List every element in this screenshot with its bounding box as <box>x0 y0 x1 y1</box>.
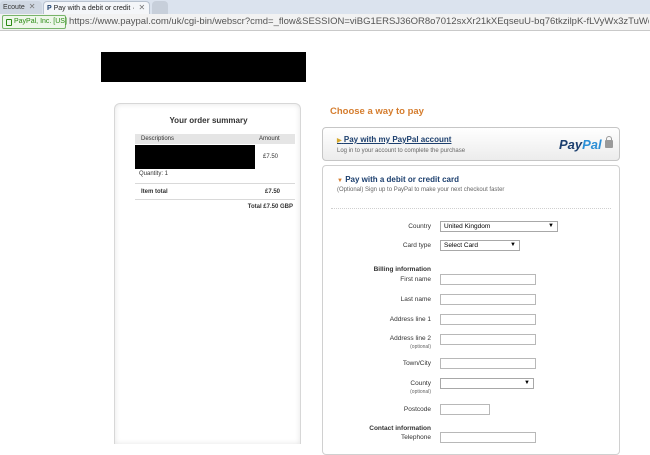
card-type-label: Card type <box>402 242 431 249</box>
close-tab-icon[interactable]: ✕ <box>29 2 36 11</box>
postcode-label: Postcode <box>403 406 431 413</box>
paypal-option-title: Pay with my PayPal account <box>343 135 452 144</box>
last-name-label: Last name <box>400 296 431 303</box>
contact-information-heading: Contact information <box>369 425 431 432</box>
item-total-value: £7.50 <box>265 189 281 195</box>
divider <box>135 199 295 200</box>
last-name-field[interactable] <box>440 294 536 305</box>
tab-paypal[interactable]: P Pay with a debit or credit · ✕ <box>43 1 150 14</box>
address-line-2-optional-note: (optional) <box>410 344 431 350</box>
county-label: County <box>410 380 431 387</box>
expand-arrow-icon: ▶ <box>337 138 342 144</box>
dropdown-arrow-icon: ▼ <box>548 223 554 229</box>
security-badge[interactable]: PayPal, Inc. [US] <box>2 15 67 29</box>
town-city-label: Town/City <box>402 360 431 367</box>
address-line-2-label: Address line 2 <box>389 335 431 342</box>
order-grand-total: Total £7.50 GBP <box>247 204 293 210</box>
choose-payment-heading: Choose a way to pay <box>330 106 424 117</box>
address-line-1-label: Address line 1 <box>389 316 431 323</box>
amount-column-header: Amount <box>259 136 280 142</box>
first-name-field[interactable] <box>440 274 536 285</box>
telephone-field[interactable] <box>440 432 536 443</box>
dropdown-arrow-icon: ▼ <box>510 242 516 248</box>
close-tab-icon[interactable]: ✕ <box>139 3 146 12</box>
collapse-arrow-icon: ▼ <box>337 178 343 184</box>
descriptions-column-header: Descriptions <box>141 136 175 142</box>
address-bar: PayPal, Inc. [US] https://www.paypal.com… <box>0 14 650 31</box>
town-city-field[interactable] <box>440 358 536 369</box>
county-select[interactable]: ▼ <box>440 378 534 389</box>
padlock-icon <box>605 140 613 148</box>
item-total-label: Item total <box>141 189 168 195</box>
telephone-label: Telephone <box>401 434 431 441</box>
paypal-favicon-icon: P <box>47 5 52 12</box>
lock-icon <box>6 19 12 26</box>
divider <box>135 183 295 184</box>
postcode-field[interactable] <box>440 404 490 415</box>
order-summary-title: Your order summary <box>169 116 248 125</box>
country-label: Country <box>408 223 431 230</box>
order-table-header: Descriptions Amount <box>135 134 295 144</box>
first-name-label: First name <box>400 276 431 283</box>
address-line-2-field[interactable] <box>440 334 536 345</box>
redacted-item-description <box>135 145 255 169</box>
paypal-option-link[interactable]: ▶ Pay with my PayPal account <box>337 135 451 144</box>
paypal-option-subtitle: Log in to your account to complete the p… <box>337 148 466 154</box>
tab-ecoute[interactable]: Ecoute ✕ <box>0 1 42 14</box>
card-type-select[interactable]: Select Card ▼ <box>440 240 520 251</box>
county-optional-note: (optional) <box>410 389 431 395</box>
dropdown-arrow-icon: ▼ <box>524 380 530 386</box>
security-badge-label: PayPal, Inc. [US] <box>14 18 67 25</box>
url-field[interactable]: https://www.paypal.com/uk/cgi-bin/webscr… <box>69 16 649 28</box>
new-tab-button[interactable] <box>152 1 168 14</box>
tab-label: Pay with a debit or credit · <box>53 5 135 12</box>
item-quantity: Quantity: 1 <box>139 171 169 177</box>
card-payment-option: ▼ Pay with a debit or credit card (Optio… <box>322 165 620 455</box>
card-type-selected-value: Select Card <box>444 242 478 249</box>
browser-tab-bar: Ecoute ✕ P Pay with a debit or credit · … <box>0 0 650 14</box>
divider <box>331 208 611 209</box>
tab-label: Ecoute <box>3 4 25 11</box>
card-option-subtitle: (Optional) Sign up to PayPal to make you… <box>337 187 505 193</box>
card-option-header[interactable]: ▼ Pay with a debit or credit card <box>337 175 459 184</box>
address-line-1-field[interactable] <box>440 314 536 325</box>
paypal-logo: PayPal <box>559 137 602 152</box>
card-option-title: Pay with a debit or credit card <box>345 175 459 184</box>
country-select[interactable]: United Kingdom ▼ <box>440 221 558 232</box>
redacted-merchant-logo <box>101 52 306 82</box>
billing-information-heading: Billing information <box>373 266 431 273</box>
country-selected-value: United Kingdom <box>444 223 491 230</box>
order-summary-panel: Your order summary Descriptions Amount £… <box>114 103 301 444</box>
item-amount: £7.50 <box>263 154 279 160</box>
paypal-account-option[interactable]: ▶ Pay with my PayPal account Log in to y… <box>322 127 620 161</box>
